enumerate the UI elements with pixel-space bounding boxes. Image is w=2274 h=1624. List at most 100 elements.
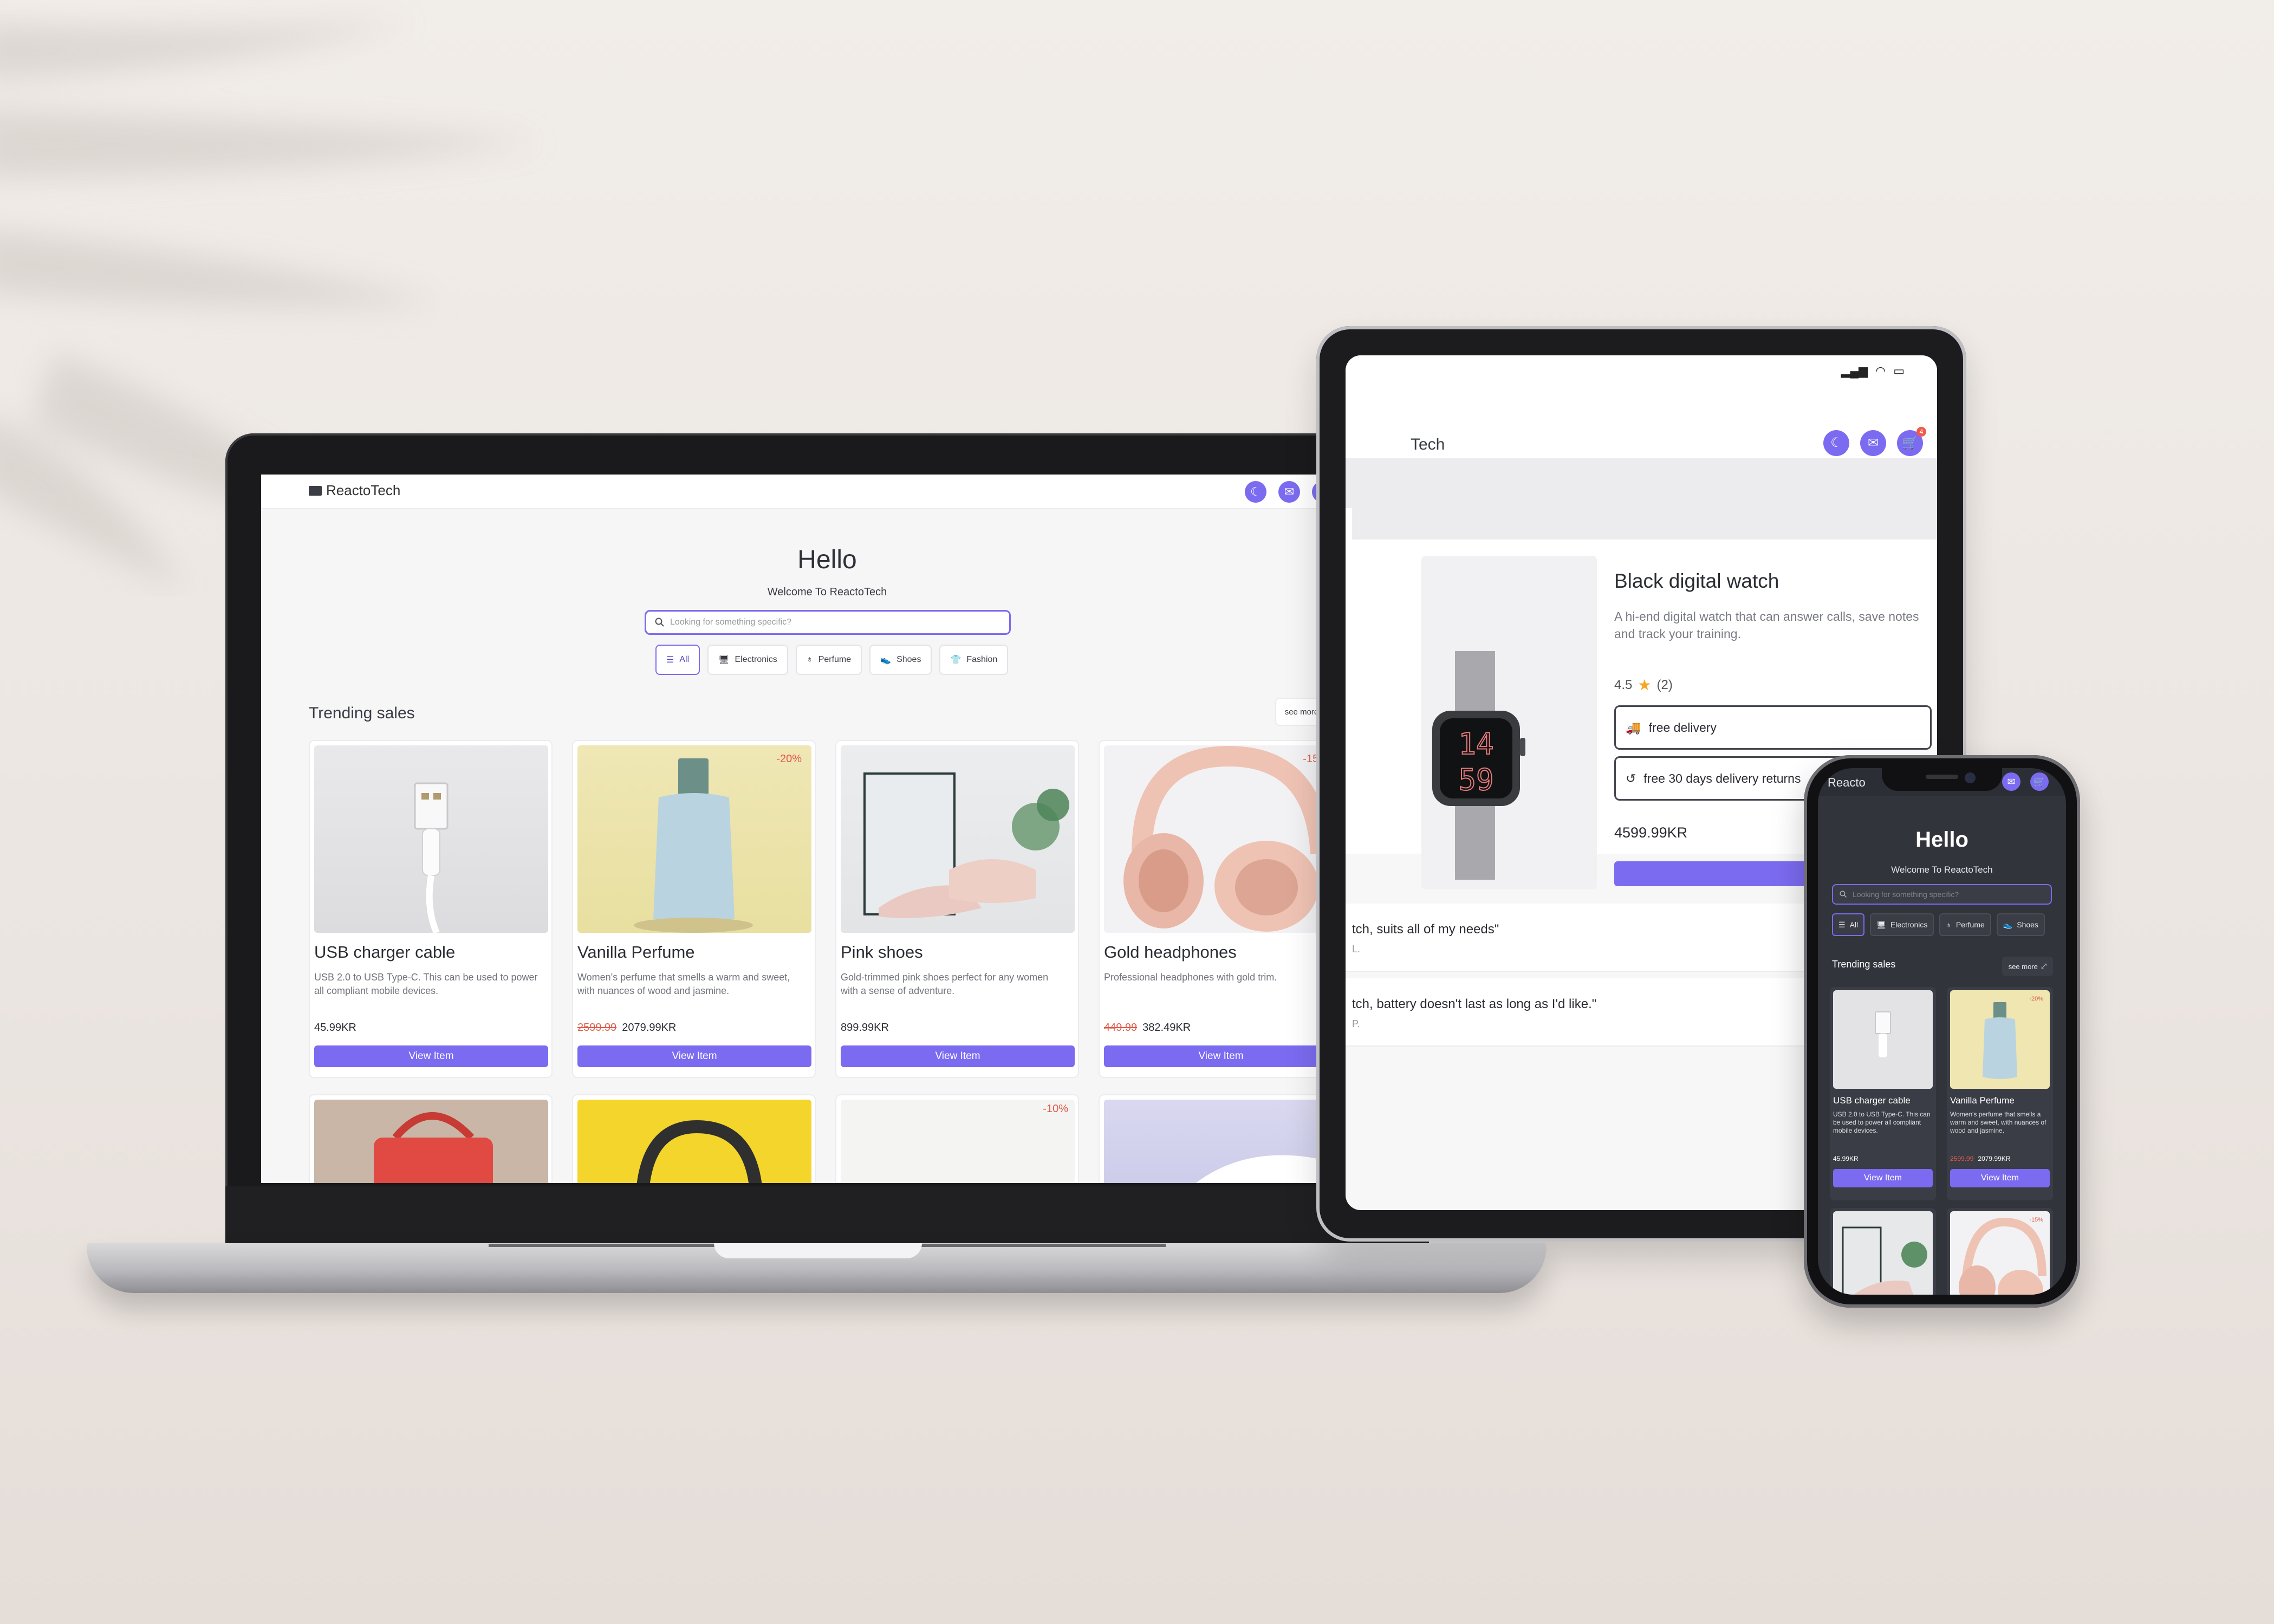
rating-value: 4.5 xyxy=(1614,677,1633,692)
page-title: Hello xyxy=(1915,828,1968,852)
price-value: 45.99KR xyxy=(314,1022,356,1034)
section-title: Trending sales xyxy=(1832,959,1896,970)
watch-time-minutes: 59 xyxy=(1458,763,1493,797)
logo-text[interactable]: Tech xyxy=(1411,436,1445,454)
product-name: Vanilla Perfume xyxy=(577,943,695,962)
product-card: -10% xyxy=(835,1094,1079,1183)
search-input[interactable]: Looking for something specific? xyxy=(645,610,1011,635)
dark-mode-icon[interactable]: ☾ xyxy=(1245,481,1266,503)
view-item-button[interactable]: View Item xyxy=(1833,1169,1933,1187)
view-item-button[interactable]: View Item xyxy=(577,1045,811,1067)
product-name: USB charger cable xyxy=(1833,1095,1911,1106)
product-description: A hi-end digital watch that can answer c… xyxy=(1614,609,1919,641)
product-image xyxy=(314,745,548,933)
cart-icon[interactable]: 🛒 xyxy=(2030,772,2049,791)
category-all[interactable]: ☰ All xyxy=(1832,913,1865,936)
shirt-icon: 👕 xyxy=(950,655,961,665)
battery-icon: ▭ xyxy=(1893,364,1905,378)
product-image xyxy=(1833,1211,1933,1295)
price-value: 382.49KR xyxy=(1142,1022,1191,1034)
welcome-text: Welcome To ReactoTech xyxy=(767,586,887,598)
category-perfume[interactable]: ♁ Perfume xyxy=(795,645,862,675)
product-image xyxy=(314,1100,548,1183)
price-value: 45.99KR xyxy=(1833,1155,1859,1162)
watch-time-hours: 14 xyxy=(1458,727,1493,761)
logo-icon xyxy=(309,485,322,496)
category-label: Shoes xyxy=(896,655,921,664)
product-name: Gold headphones xyxy=(1104,943,1237,962)
old-price: 2599.99 xyxy=(1950,1155,1974,1162)
list-icon: ☰ xyxy=(1838,920,1846,929)
product-price: 449.99 382.49KR xyxy=(1104,1022,1191,1034)
product-price: 45.99KR xyxy=(314,1022,356,1034)
perfume-icon: ♁ xyxy=(806,655,813,664)
product-image: -15% xyxy=(1950,1211,2050,1295)
mail-icon[interactable]: ✉ xyxy=(1278,481,1300,503)
logo[interactable]: ReactoTech xyxy=(309,482,400,499)
see-more-label: see more xyxy=(2008,962,2038,971)
sidebar-edge xyxy=(1346,508,1352,541)
product-image xyxy=(1833,990,1933,1089)
category-shoes[interactable]: 👟 Shoes xyxy=(869,645,932,675)
category-label: Perfume xyxy=(818,655,852,664)
search-icon xyxy=(655,618,664,627)
review-text: tch, battery doesn't last as long as I'd… xyxy=(1352,997,1597,1011)
search-input[interactable]: Looking for something specific? xyxy=(1832,884,2052,905)
old-price: 449.99 xyxy=(1104,1022,1138,1034)
product-price: 2599.99 2079.99KR xyxy=(1950,1155,2010,1162)
return-icon: ↺ xyxy=(1626,771,1636,785)
category-label: All xyxy=(1849,920,1859,929)
logo-text: ReactoTech xyxy=(326,482,401,498)
product-card: Pink shoes Gold-trimmed pink shoes perfe… xyxy=(835,740,1079,1078)
search-icon xyxy=(1840,891,1847,898)
category-shoes[interactable]: 👟 Shoes xyxy=(1996,913,2045,936)
shoe-icon: 👟 xyxy=(2003,920,2013,929)
page-title: Hello xyxy=(797,545,857,574)
monitor-icon: 🖥 xyxy=(718,655,730,665)
category-filter: ☰ All 🖥 Electronics ♁ Perfume 👟 Shoes 👕 Fashi… xyxy=(655,645,1009,675)
product-title: Black digital watch xyxy=(1614,570,1779,592)
delivery-option[interactable]: 🚚 free delivery xyxy=(1614,705,1932,750)
dark-mode-icon[interactable]: ☾ xyxy=(1823,430,1849,456)
category-label: Electronics xyxy=(1890,920,1928,929)
product-card: USB charger cable USB 2.0 to USB Type-C.… xyxy=(1830,987,1936,1200)
product-description: Women's perfume that smells a warm and s… xyxy=(1950,1110,2046,1134)
product-card: USB charger cable USB 2.0 to USB Type-C.… xyxy=(309,740,553,1078)
view-item-button[interactable]: View Item xyxy=(1950,1169,2050,1187)
category-electronics[interactable]: 🖥 Electronics xyxy=(707,645,788,675)
star-icon: ★ xyxy=(1638,677,1652,693)
category-perfume[interactable]: ♁ Perfume xyxy=(1939,913,1991,936)
mail-icon[interactable]: ✉ xyxy=(2002,772,2020,791)
category-fashion[interactable]: 👕 Fashion xyxy=(939,645,1009,675)
laptop-screen: ReactoTech ☾ ✉ 🛒 3 Hello Welcome To Reac… xyxy=(261,475,1393,1183)
product-card xyxy=(1830,1208,1936,1295)
review-text: tch, suits all of my needs" xyxy=(1352,922,1499,937)
logo-text[interactable]: Reacto xyxy=(1828,776,1866,790)
product-image: -20% xyxy=(577,745,811,933)
perfume-icon: ♁ xyxy=(1946,920,1952,929)
product-image xyxy=(841,745,1075,933)
category-electronics[interactable]: 🖥 Electronics xyxy=(1870,913,1934,936)
product-card: -15% Gold headphones Professional headph… xyxy=(1099,740,1342,1078)
product-card xyxy=(572,1094,816,1183)
category-all[interactable]: ☰ All xyxy=(655,645,700,675)
phone-notch xyxy=(1882,768,2002,791)
product-card: -20% Vanilla Perfume Women's perfume tha… xyxy=(1947,987,2053,1200)
product-price: 4599.99KR xyxy=(1614,824,1688,841)
view-item-button[interactable]: View Item xyxy=(841,1045,1075,1067)
product-description: Gold-trimmed pink shoes perfect for any … xyxy=(841,972,1049,996)
see-more-button[interactable]: see more ⤢ xyxy=(2002,957,2053,976)
category-label: Fashion xyxy=(966,655,998,664)
product-description: Women's perfume that smells a warm and s… xyxy=(577,972,790,996)
product-card xyxy=(309,1094,553,1183)
discount-badge: -15% xyxy=(2029,1217,2043,1223)
product-price: 899.99KR xyxy=(841,1022,889,1034)
mail-icon[interactable]: ✉ xyxy=(1860,430,1886,456)
view-item-button[interactable]: View Item xyxy=(314,1045,548,1067)
discount-badge: -10% xyxy=(1043,1103,1068,1115)
cart-icon[interactable]: 🛒 4 xyxy=(1897,427,1926,456)
view-item-button[interactable]: View Item xyxy=(1104,1045,1338,1067)
price-value: 2079.99KR xyxy=(622,1022,677,1034)
product-name: Pink shoes xyxy=(841,943,923,962)
product-image: 14 59 xyxy=(1421,556,1597,889)
